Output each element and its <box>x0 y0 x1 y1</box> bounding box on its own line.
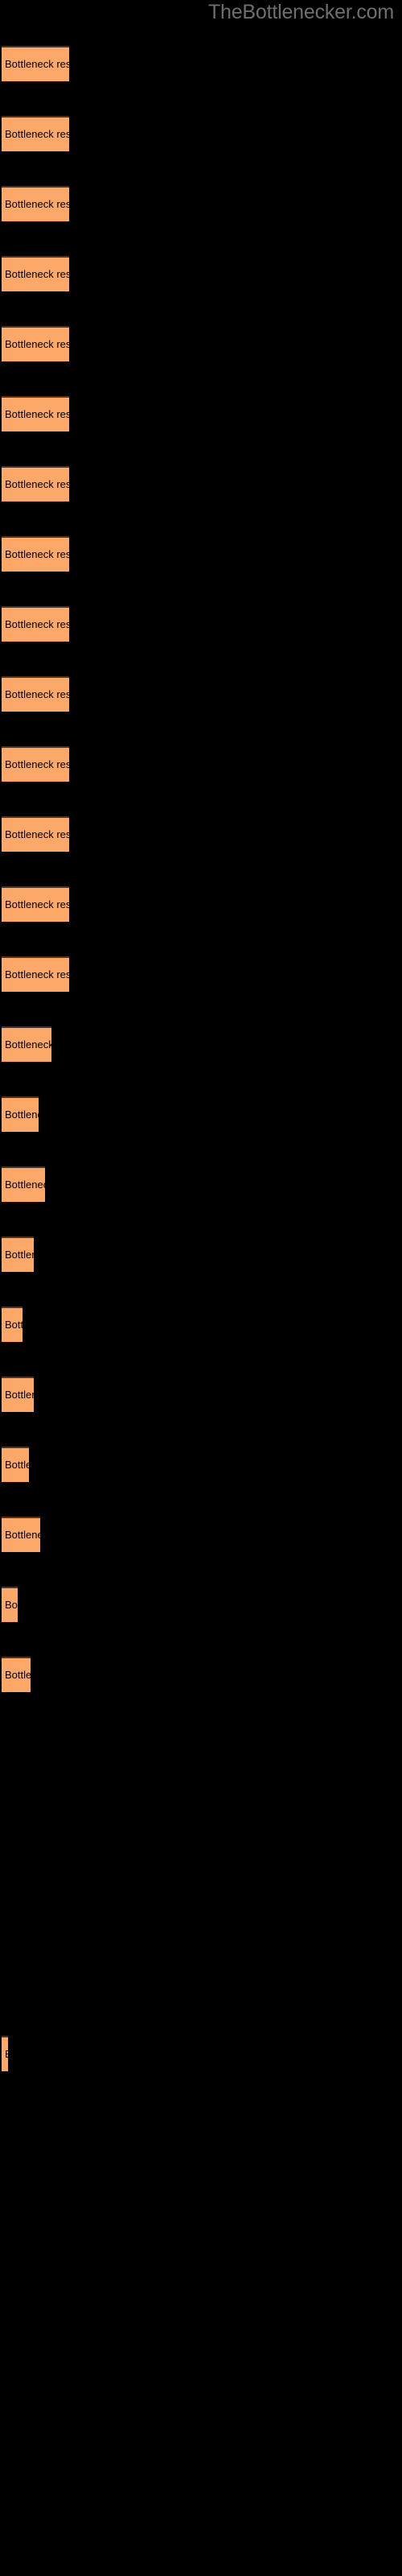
bar-label: Bottleneck result <box>5 1249 34 1261</box>
bar-label: Bottleneck result <box>5 688 69 700</box>
bar-label: Bottleneck result <box>5 268 69 280</box>
bar-label: Bottleneck result <box>5 128 69 140</box>
bar-bottleneck-result[interactable]: Bottleneck result <box>2 606 69 642</box>
bar-label: Bottleneck result <box>5 618 69 630</box>
bar-bottleneck-result[interactable]: Bottleneck result <box>2 1166 45 1202</box>
bar-bottleneck-result[interactable]: Bottleneck result <box>2 116 69 151</box>
bar-bottleneck-result[interactable]: Bottleneck result <box>2 1377 34 1412</box>
bar-bottleneck-result[interactable]: Bottleneck result <box>2 1657 31 1692</box>
bar-bottleneck-result[interactable]: Bottleneck result <box>2 326 69 361</box>
bar-label: Bottleneck result <box>5 1108 39 1121</box>
bar-bottleneck-result[interactable]: Bottleneck result <box>2 676 69 712</box>
bar-bottleneck-result[interactable]: Bottleneck result <box>2 1587 18 1622</box>
bar-label: Bottleneck result <box>5 1179 45 1191</box>
bar-bottleneck-result[interactable]: Bottleneck result <box>2 1307 23 1342</box>
bar-bottleneck-result[interactable]: Bottleneck result <box>2 186 69 221</box>
bottleneck-bar-chart: TheBottlenecker.com Bottleneck result Bot… <box>0 0 402 2576</box>
bar-label: Bottleneck result <box>5 58 69 70</box>
bar-label: Bottleneck result <box>5 1459 29 1471</box>
bar-bottleneck-result[interactable]: Bottleneck result <box>2 1447 29 1482</box>
bar-label: Bottleneck result <box>5 1319 23 1331</box>
bar-bottleneck-result[interactable]: Bottleneck result <box>2 536 69 572</box>
site-watermark: TheBottlenecker.com <box>207 1 394 23</box>
bar-label: Bottleneck result <box>5 1389 34 1401</box>
bar-bottleneck-result[interactable]: Bottleneck result <box>2 1096 39 1132</box>
bar-bottleneck-result[interactable]: Bottleneck result <box>2 1236 34 1272</box>
bar-bottleneck-result[interactable]: Bottleneck result <box>2 46 69 81</box>
bar-label: Bottleneck result <box>5 1529 40 1541</box>
bar-bottleneck-result[interactable]: Bottleneck result <box>2 256 69 291</box>
bar-label: Bottleneck result <box>5 828 69 840</box>
bar-label: Bottleneck result <box>5 758 69 770</box>
bar-bottleneck-result[interactable]: Bottleneck result <box>2 886 69 922</box>
bar-label: Bottleneck result <box>5 198 69 210</box>
bar-label: Bottleneck result <box>5 1038 51 1051</box>
bar-label: Bottleneck result <box>5 968 69 980</box>
bar-bottleneck-result[interactable]: Bottleneck result <box>2 816 69 852</box>
bar-bottleneck-result[interactable]: Bottleneck result <box>2 956 69 992</box>
bar-bottleneck-result[interactable]: Bottleneck result <box>2 746 69 782</box>
bar-bottleneck-result[interactable]: Bottleneck result <box>2 1026 51 1062</box>
bar-bottleneck-result[interactable]: Bottleneck result <box>2 1517 40 1552</box>
bar-label: Bottleneck result <box>5 898 69 910</box>
bar-label: Bottleneck result <box>5 548 69 560</box>
bar-label: Bottleneck result <box>5 408 69 420</box>
bar-bottleneck-result[interactable]: Bottleneck result <box>2 466 69 502</box>
bar-label: Bottleneck result <box>5 478 69 490</box>
bar-bottleneck-result[interactable]: Bottleneck result <box>2 396 69 431</box>
bar-label: Bottleneck result <box>5 1669 31 1681</box>
bar-bottleneck-result[interactable]: Bottleneck result <box>2 2036 8 2071</box>
bar-label: Bottleneck result <box>5 1599 18 1611</box>
bar-label: Bottleneck result <box>5 2049 8 2060</box>
bar-label: Bottleneck result <box>5 338 69 350</box>
